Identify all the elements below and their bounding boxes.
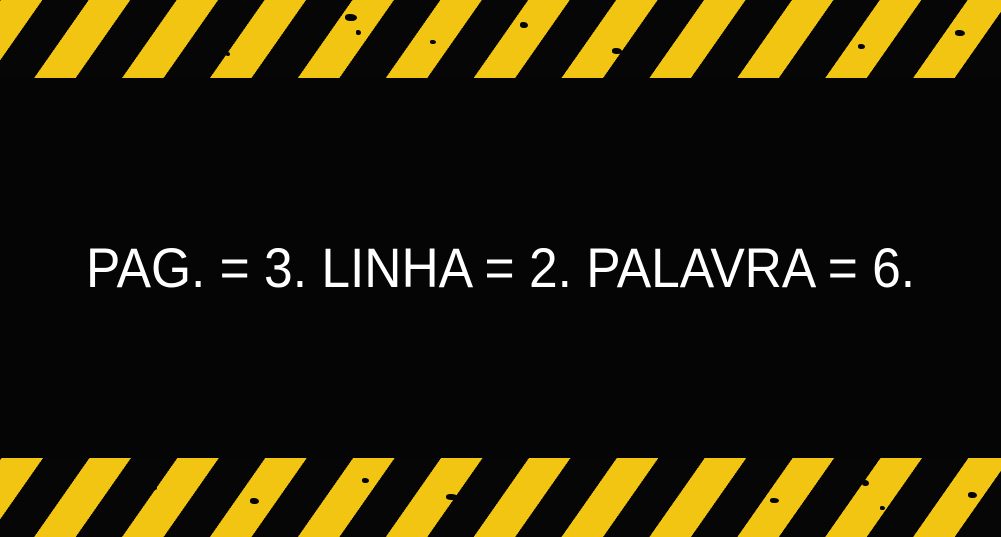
caution-stripes-bottom xyxy=(0,458,1001,537)
caution-stripes-top xyxy=(0,0,1001,78)
caution-banner: PAG. = 3. LINHA = 2. PALAVRA = 6. xyxy=(0,0,1001,537)
page-line-word-instruction: PAG. = 3. LINHA = 2. PALAVRA = 6. xyxy=(0,228,1001,308)
instruction-text: PAG. = 3. LINHA = 2. PALAVRA = 6. xyxy=(85,236,916,299)
